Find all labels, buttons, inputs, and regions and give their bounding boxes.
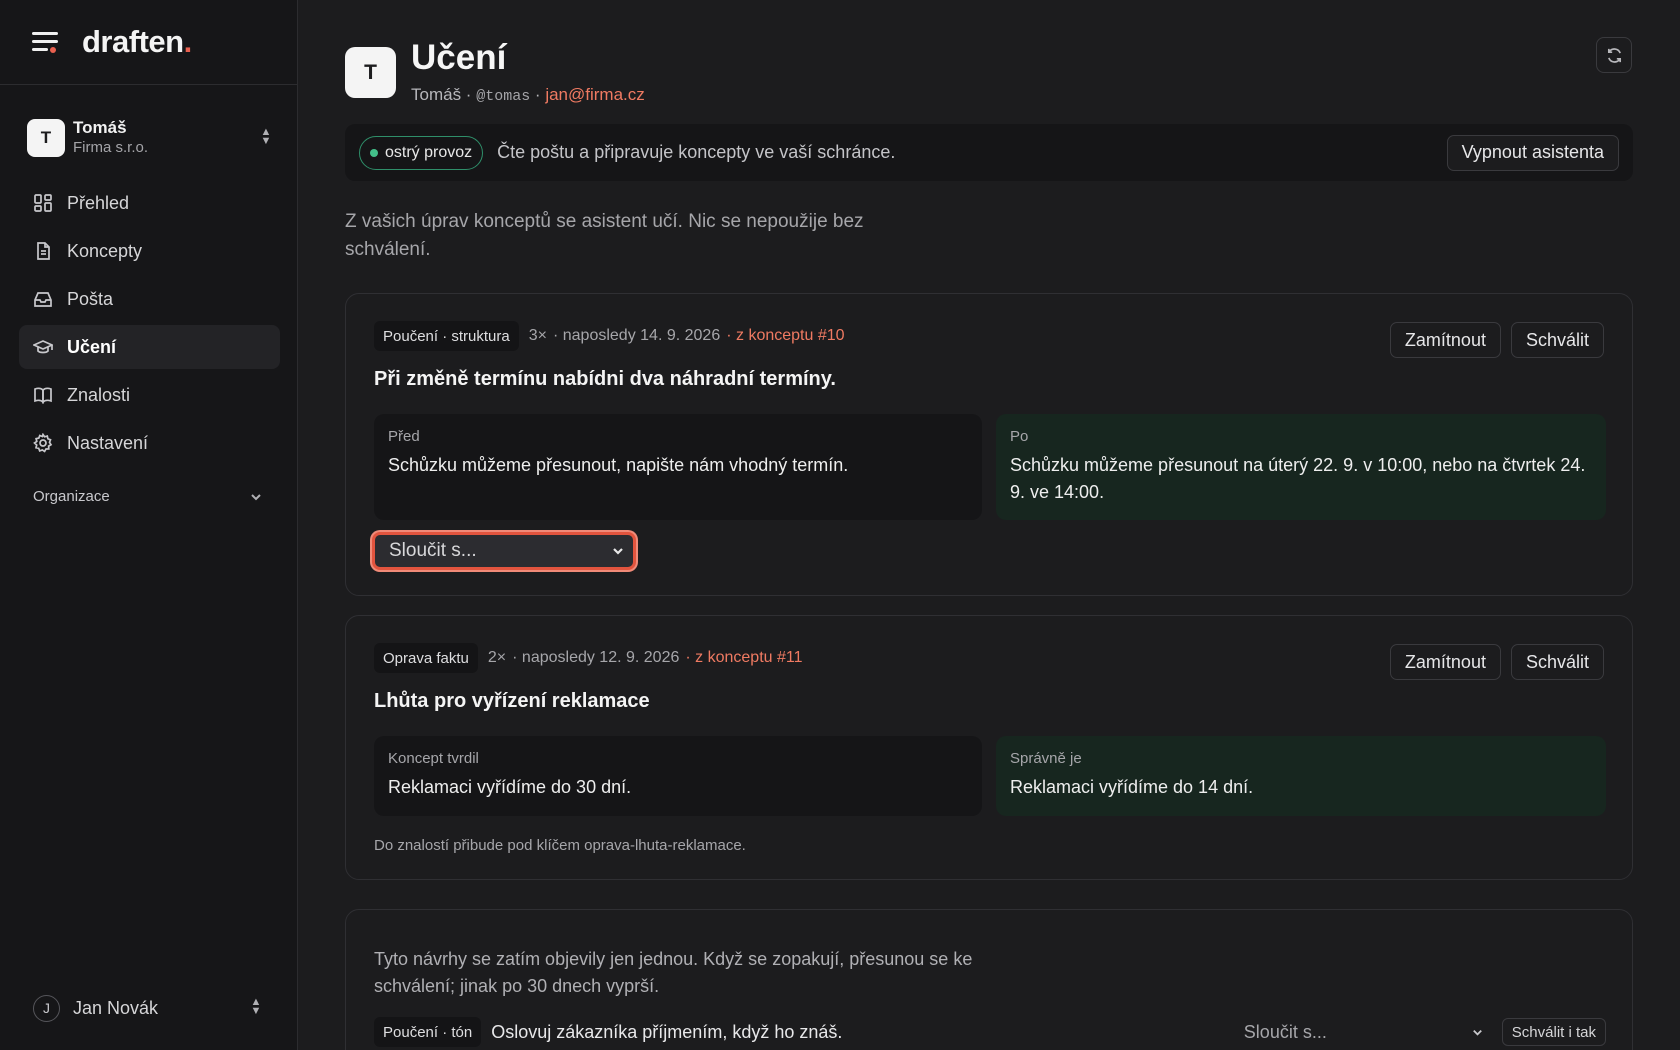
after-box: Po Schůzku můžeme přesunout na úterý 22.… — [996, 414, 1606, 520]
menu-icon[interactable] — [32, 32, 58, 53]
before-box: Před Schůzku můžeme přesunout, napište n… — [374, 414, 982, 520]
account-avatar: T — [27, 119, 65, 157]
pending-item: Poučení · tón Oslovuj zákazníka příjmení… — [374, 1017, 1606, 1047]
sidebar-item-label: Znalosti — [67, 384, 131, 405]
status-badge: ostrý provoz — [359, 135, 484, 170]
card-tag: Oprava faktu — [374, 643, 478, 673]
after-text: Schůzku můžeme přesunout na úterý 22. 9.… — [1010, 455, 1586, 502]
book-icon — [34, 387, 52, 405]
sidebar-item-posta[interactable]: Pošta — [19, 277, 280, 321]
assistant-status-bar: ostrý provoz Čte poštu a připravuje konc… — [345, 124, 1633, 181]
profile-name: Tomáš — [411, 85, 462, 104]
organization-label: Organizace — [33, 488, 110, 505]
sidebar-item-label: Nastavení — [67, 432, 149, 453]
sidebar-item-label: Učení — [67, 336, 117, 357]
knowledge-note: Do znalostí přibude pod klíčem oprava-lh… — [374, 837, 746, 854]
rule-title: Lhůta pro vyřízení reklamace — [374, 690, 650, 712]
intro-text: Z vašich úprav konceptů se asistent učí.… — [345, 211, 864, 260]
reject-button[interactable]: Zamítnout — [1389, 322, 1501, 358]
sidebar-item-uceni[interactable]: Učení — [19, 325, 280, 369]
sidebar-nav: Přehled Koncepty Pošta Učení Znalosti Na… — [19, 181, 280, 469]
user-name: Jan Novák — [73, 997, 159, 1018]
refresh-button[interactable] — [1596, 37, 1632, 73]
source-draft-link[interactable]: · z konceptu #11 — [685, 649, 802, 667]
last-seen: · naposledy 12. 9. 2026 — [512, 649, 680, 666]
before-text: Schůzku můžeme přesunout, napište nám vh… — [388, 455, 849, 475]
sidebar-item-label: Koncepty — [67, 240, 143, 261]
merge-select[interactable]: Sloučit s... — [372, 532, 636, 570]
gear-icon — [33, 433, 53, 453]
dashboard-icon — [34, 194, 52, 212]
approve-anyway-button[interactable]: Schválit i tak — [1501, 1018, 1606, 1046]
after-label: Po — [1010, 428, 1029, 445]
profile-handle: @tomas — [476, 88, 531, 105]
account-org: Firma s.r.o. — [73, 139, 149, 156]
status-text: Čte poštu a připravuje koncepty ve vaší … — [497, 142, 896, 162]
sidebar-item-koncepty[interactable]: Koncepty — [19, 229, 280, 273]
graduation-cap-icon — [33, 340, 53, 354]
sidebar-item-label: Přehled — [67, 192, 130, 213]
inbox-icon — [34, 292, 52, 307]
sidebar: draften. T Tomáš Firma s.r.o. ▲ ▼ Přehled… — [0, 0, 298, 1050]
source-draft-link[interactable]: · z konceptu #10 — [726, 327, 844, 345]
after-box: Správně je Reklamaci vyřídíme do 14 dní. — [996, 736, 1606, 816]
organization-section-toggle[interactable]: Organizace — [33, 488, 263, 505]
pending-merge-value: Sloučit s... — [1243, 1021, 1327, 1042]
user-menu[interactable]: J Jan Novák ▲ ▼ — [33, 994, 263, 1022]
chevron-down-icon — [1472, 1029, 1482, 1036]
chevron-down-icon — [251, 493, 261, 500]
before-label: Koncept tvrdil — [388, 750, 479, 767]
after-label: Správně je — [1010, 750, 1082, 767]
chevron-updown-icon: ▲ ▼ — [250, 996, 262, 1017]
pending-merge-select[interactable]: Sloučit s... — [1244, 1022, 1484, 1043]
brand-bar: draften. — [0, 0, 297, 85]
before-text: Reklamaci vyřídíme do 30 dní. — [388, 777, 632, 797]
user-avatar: J — [33, 994, 60, 1022]
card-meta: Oprava faktu 2× · naposledy 12. 9. 2026 … — [374, 643, 802, 673]
chevron-down-icon — [613, 548, 623, 555]
live-dot-icon — [370, 148, 378, 157]
last-seen: · naposledy 14. 9. 2026 — [552, 327, 721, 344]
approve-button[interactable]: Schválit — [1510, 322, 1604, 358]
sidebar-item-nastaveni[interactable]: Nastavení — [19, 421, 280, 465]
sidebar-item-znalosti[interactable]: Znalosti — [19, 373, 280, 417]
sidebar-item-prehled[interactable]: Přehled — [19, 181, 280, 225]
before-box: Koncept tvrdil Reklamaci vyřídíme do 30 … — [374, 736, 982, 816]
disable-assistant-button[interactable]: Vypnout asistenta — [1446, 134, 1619, 171]
chevron-updown-icon: ▲ ▼ — [260, 126, 272, 147]
pending-tag: Poučení · tón — [374, 1017, 482, 1047]
card-tag: Poučení · struktura — [374, 321, 519, 351]
reject-button[interactable]: Zamítnout — [1389, 644, 1501, 680]
before-label: Před — [388, 428, 420, 445]
profile-email-link[interactable]: jan@firma.cz — [545, 85, 644, 104]
card-meta: Poučení · struktura 3× · naposledy 14. 9… — [374, 321, 845, 351]
occurrence-count: 2× — [487, 649, 507, 666]
learning-card: Poučení · struktura 3× · naposledy 14. 9… — [345, 293, 1633, 596]
document-icon — [37, 242, 50, 260]
page-title: Učení — [411, 38, 507, 77]
app: draften. T Tomáš Firma s.r.o. ▲ ▼ Přehled… — [0, 0, 1680, 1050]
learning-card: Oprava faktu 2× · naposledy 12. 9. 2026 … — [345, 615, 1633, 880]
pending-rule-text: Oslovuj zákazníka příjmením, když ho zná… — [491, 1021, 843, 1042]
refresh-icon — [1607, 47, 1621, 63]
profile-avatar: T — [345, 47, 396, 98]
account-name: Tomáš — [73, 118, 127, 137]
merge-select-value: Sloučit s... — [389, 540, 477, 561]
profile-subline: Tomáš · @tomas · jan@firma.cz — [411, 85, 645, 105]
main-content: T Učení Tomáš · @tomas · jan@firma.cz os… — [299, 0, 1680, 1050]
after-text: Reklamaci vyřídíme do 14 dní. — [1010, 777, 1254, 797]
rule-title: Při změně termínu nabídni dva náhradní t… — [374, 368, 836, 390]
pending-description: Tyto návrhy se zatím objevily jen jednou… — [374, 949, 973, 996]
occurrence-count: 3× — [528, 327, 547, 344]
sidebar-item-label: Pošta — [67, 288, 114, 309]
pending-suggestions-card: Tyto návrhy se zatím objevily jen jednou… — [345, 909, 1633, 1050]
logo: draften. — [82, 24, 192, 59]
account-switcher[interactable]: T Tomáš Firma s.r.o. ▲ ▼ — [27, 117, 273, 159]
approve-button[interactable]: Schválit — [1510, 644, 1604, 680]
